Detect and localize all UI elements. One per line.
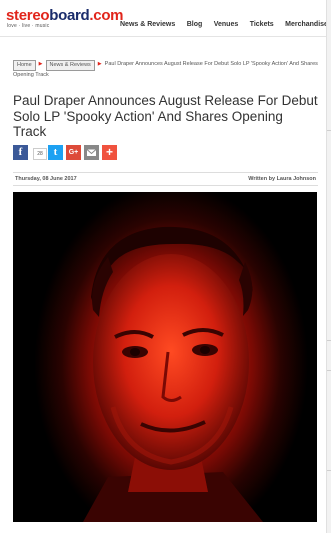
breadcrumb-home[interactable]: Home bbox=[13, 60, 36, 71]
nav-venues[interactable]: Venues bbox=[214, 19, 239, 31]
main-nav: News & Reviews Blog Venues Tickets Merch… bbox=[120, 13, 331, 28]
page: stereoboard.com love · live · music News… bbox=[0, 0, 331, 533]
google-plus-share-icon[interactable]: G+ bbox=[66, 145, 81, 160]
nav-merchandise[interactable]: Merchandise bbox=[285, 19, 328, 31]
article-photo bbox=[13, 192, 317, 522]
article-meta: Thursday, 08 June 2017 Written by Laura … bbox=[13, 172, 318, 186]
portrait-illustration bbox=[83, 226, 263, 522]
breadcrumb: Home ▶ News & Reviews ▶ Paul Draper Announce… bbox=[13, 60, 318, 84]
scrollbar-mark bbox=[327, 340, 331, 341]
article-author: Written by Laura Johnson bbox=[248, 176, 316, 182]
more-share-icon[interactable]: + bbox=[102, 145, 117, 160]
site-header: stereoboard.com love · live · music News… bbox=[0, 0, 331, 37]
scrollbar-mark bbox=[327, 470, 331, 471]
email-share-icon[interactable] bbox=[84, 145, 99, 160]
scrollbar-mark bbox=[327, 130, 331, 131]
envelope-icon bbox=[86, 149, 97, 156]
article-title: Paul Draper Announces August Release For… bbox=[13, 93, 318, 139]
article-date: Thursday, 08 June 2017 bbox=[15, 176, 77, 182]
logo-tagline: love · live · music bbox=[7, 23, 50, 29]
breadcrumb-separator-icon: ▶ bbox=[38, 61, 43, 67]
nav-tickets[interactable]: Tickets bbox=[250, 19, 274, 31]
facebook-share-icon[interactable]: f bbox=[13, 145, 28, 160]
site-logo[interactable]: stereoboard.com love · live · music bbox=[6, 8, 124, 32]
logo-part-stereo: stereo bbox=[6, 7, 50, 24]
logo-part-board: board bbox=[49, 7, 90, 24]
scrollbar-mark bbox=[327, 370, 331, 371]
logo-wordmark: stereoboard.com bbox=[6, 7, 124, 24]
breadcrumb-section[interactable]: News & Reviews bbox=[45, 60, 95, 71]
nav-news-reviews[interactable]: News & Reviews bbox=[120, 19, 175, 31]
breadcrumb-separator-icon: ▶ bbox=[97, 61, 102, 67]
share-count: 28 bbox=[33, 148, 47, 160]
scrollbar[interactable] bbox=[326, 0, 331, 533]
logo-part-com: .com bbox=[89, 7, 124, 24]
nav-blog[interactable]: Blog bbox=[187, 19, 203, 31]
twitter-share-icon[interactable]: t bbox=[48, 145, 63, 160]
